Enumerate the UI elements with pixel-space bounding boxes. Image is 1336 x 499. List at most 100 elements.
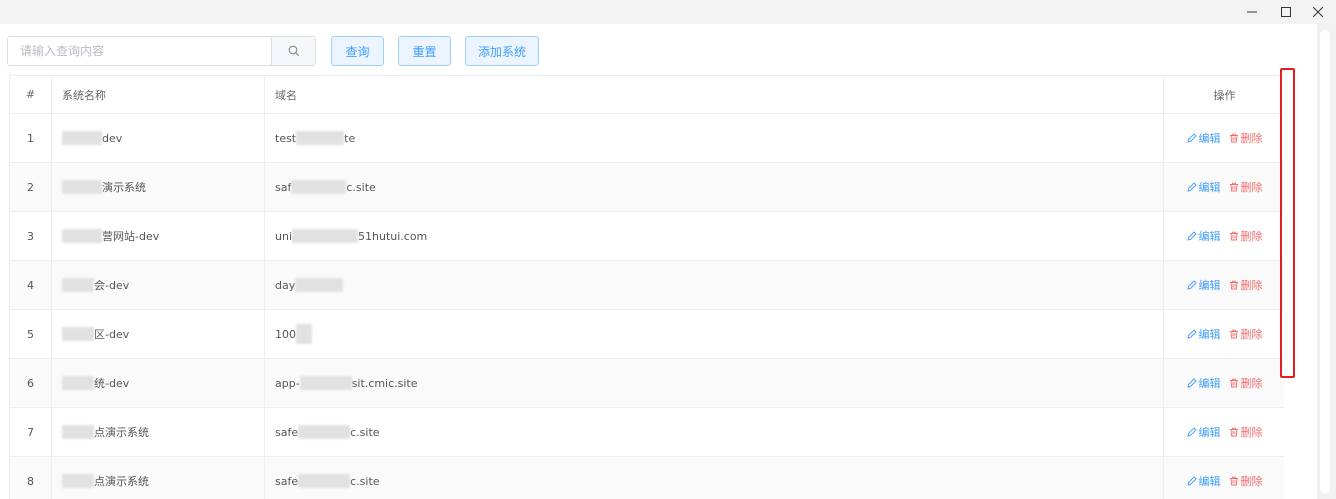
- redacted-mask: [299, 376, 352, 390]
- row-domain: app-sit.cmic.site: [265, 359, 1164, 407]
- row-name: 演示系统: [52, 163, 265, 211]
- trash-icon: [1229, 133, 1238, 143]
- delete-button[interactable]: 删除: [1229, 326, 1263, 342]
- row-domain-suffix: 51hutui.com: [358, 229, 428, 243]
- redacted-mask: [62, 131, 102, 145]
- edit-label: 编辑: [1198, 328, 1221, 341]
- edit-label: 编辑: [1198, 132, 1221, 145]
- search-button[interactable]: [271, 37, 315, 65]
- header-index: #: [10, 76, 52, 113]
- row-domain: 100: [265, 310, 1164, 358]
- delete-button[interactable]: 删除: [1229, 130, 1263, 146]
- delete-button[interactable]: 删除: [1229, 424, 1263, 440]
- row-domain-suffix: c.site: [350, 425, 380, 439]
- close-icon: [1313, 7, 1323, 17]
- delete-button[interactable]: 删除: [1229, 228, 1263, 244]
- maximize-button[interactable]: [1271, 0, 1301, 24]
- row-name-text: 区-dev: [94, 328, 130, 341]
- trash-icon: [1229, 280, 1238, 290]
- edit-button[interactable]: 编辑: [1186, 179, 1221, 195]
- row-domain-suffix: sit.cmic.site: [351, 376, 418, 390]
- table-row: 3 营网站-dev uni 51hutui.com 编辑 删除: [10, 212, 1284, 261]
- row-index: 2: [10, 163, 52, 211]
- row-index: 3: [10, 212, 52, 260]
- delete-label: 删除: [1240, 230, 1263, 243]
- row-domain-prefix: app-: [275, 376, 300, 390]
- row-index: 5: [10, 310, 52, 358]
- table-row: 1 dev test te 编辑 删除: [10, 114, 1284, 163]
- edit-button[interactable]: 编辑: [1186, 130, 1221, 146]
- query-button[interactable]: 查询: [331, 36, 384, 66]
- delete-label: 删除: [1240, 377, 1263, 390]
- window-titlebar: [0, 0, 1336, 24]
- redacted-mask: [295, 278, 344, 292]
- delete-button[interactable]: 删除: [1229, 375, 1263, 391]
- row-index: 7: [10, 408, 52, 456]
- minimize-button[interactable]: [1237, 0, 1267, 24]
- scrollbar-thumb[interactable]: [1320, 30, 1330, 494]
- table-row: 7 点演示系统 safe c.site 编辑 删除: [10, 408, 1284, 457]
- search-icon: [288, 45, 299, 57]
- reset-button[interactable]: 重置: [398, 36, 451, 66]
- delete-button[interactable]: 删除: [1229, 473, 1263, 489]
- row-domain: saf c.site: [265, 163, 1164, 211]
- row-operations: 编辑 删除: [1164, 457, 1284, 499]
- edit-button[interactable]: 编辑: [1186, 228, 1221, 244]
- row-domain-suffix: te: [344, 131, 356, 145]
- edit-button[interactable]: 编辑: [1186, 375, 1221, 391]
- table-header-row: # 系统名称 域名 操作: [10, 76, 1284, 114]
- row-domain: uni 51hutui.com: [265, 212, 1164, 260]
- row-operations: 编辑 删除: [1164, 163, 1284, 211]
- redacted-mask: [62, 425, 94, 439]
- row-name: 点演示系统: [52, 408, 265, 456]
- trash-icon: [1229, 476, 1238, 486]
- header-operations: 操作: [1213, 88, 1236, 102]
- edit-button[interactable]: 编辑: [1186, 473, 1221, 489]
- edit-icon: [1186, 231, 1197, 241]
- edit-icon: [1186, 476, 1197, 486]
- row-index: 8: [10, 457, 52, 499]
- row-domain-prefix: saf: [275, 180, 292, 194]
- edit-button[interactable]: 编辑: [1186, 326, 1221, 342]
- redacted-mask: [62, 474, 94, 488]
- delete-button[interactable]: 删除: [1229, 179, 1263, 195]
- row-name: 统-dev: [52, 359, 265, 407]
- maximize-icon: [1281, 7, 1291, 17]
- redacted-mask: [62, 327, 94, 341]
- search-box: [7, 36, 316, 66]
- edit-icon: [1186, 280, 1197, 290]
- row-domain: test te: [265, 114, 1164, 162]
- close-button[interactable]: [1303, 0, 1333, 24]
- row-domain: safe c.site: [265, 457, 1164, 499]
- delete-label: 删除: [1240, 328, 1263, 341]
- edit-button[interactable]: 编辑: [1186, 424, 1221, 440]
- redacted-mask: [291, 180, 347, 194]
- row-index: 1: [10, 114, 52, 162]
- edit-icon: [1186, 378, 1197, 388]
- row-domain-prefix: safe: [275, 474, 299, 488]
- edit-label: 编辑: [1198, 230, 1221, 243]
- delete-button[interactable]: 删除: [1229, 277, 1263, 293]
- row-name-text: 营网站-dev: [102, 230, 160, 243]
- row-name-text: 会-dev: [94, 279, 130, 292]
- delete-label: 删除: [1240, 132, 1263, 145]
- header-domain: 域名: [265, 76, 1164, 113]
- row-operations: 编辑 删除: [1164, 359, 1284, 407]
- search-input[interactable]: [8, 37, 271, 65]
- table-row: 5 区-dev 100 编辑 删除: [10, 310, 1284, 359]
- edit-label: 编辑: [1198, 426, 1221, 439]
- trash-icon: [1229, 182, 1238, 192]
- edit-label: 编辑: [1198, 181, 1221, 194]
- table-row: 4 会-dev day 编辑 删除: [10, 261, 1284, 310]
- redacted-mask: [62, 229, 102, 243]
- table-row: 6 统-dev app-sit.cmic.site 编辑 删除: [10, 359, 1284, 408]
- row-domain-prefix: day: [275, 278, 296, 292]
- row-name: 营网站-dev: [52, 212, 265, 260]
- row-domain-suffix: c.site: [350, 474, 380, 488]
- edit-icon: [1186, 182, 1197, 192]
- redacted-mask: [298, 474, 351, 488]
- redacted-mask: [62, 376, 94, 390]
- delete-label: 删除: [1240, 181, 1263, 194]
- edit-button[interactable]: 编辑: [1186, 277, 1221, 293]
- add-system-button[interactable]: 添加系统: [465, 36, 539, 66]
